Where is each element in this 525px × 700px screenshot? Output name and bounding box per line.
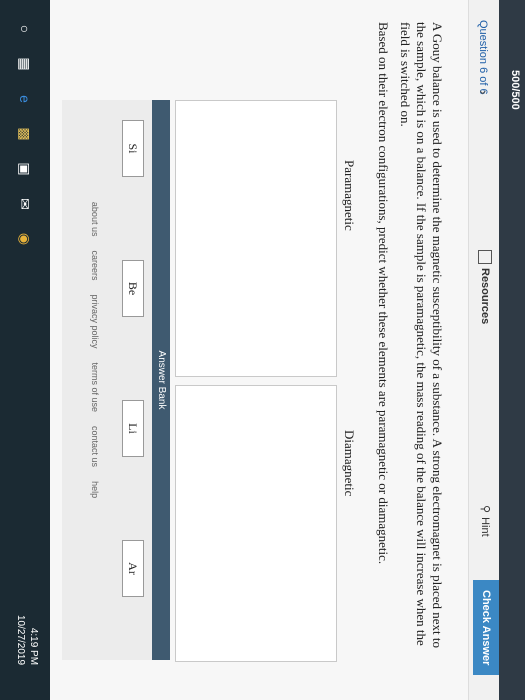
footer-link-careers[interactable]: careers [90, 250, 100, 280]
clock-time: 4:19 PM [28, 627, 39, 666]
question-text: A Gouy balance is used to determine the … [398, 22, 445, 648]
chrome-icon[interactable]: ◉ [16, 230, 34, 248]
diamagnetic-drop-zone[interactable] [175, 385, 337, 662]
lightbulb-icon: ⚲ [479, 505, 491, 514]
footer-link-about[interactable]: about us [90, 202, 100, 237]
hint-button[interactable]: ⚲ Hint [479, 505, 492, 537]
paramagnetic-label: Paramagnetic [342, 160, 357, 231]
file-explorer-icon[interactable]: ▩ [16, 125, 34, 143]
windows-taskbar: ○ ▦ e ▩ ▣ ✉ ◉ 4:19 PM 10/27/2019 [0, 0, 50, 700]
clock-date: 10/27/2019 [15, 615, 26, 666]
resources-label: Resources [479, 268, 491, 325]
answer-bank: Si Be Li Ar [62, 100, 152, 660]
search-icon[interactable]: ○ [16, 20, 34, 38]
footer-link-contact[interactable]: contact us [90, 426, 100, 467]
hint-label: Hint [479, 517, 492, 537]
task-view-icon[interactable]: ▦ [16, 55, 34, 73]
check-answer-button[interactable]: Check Answer [473, 580, 499, 676]
answer-chip-li[interactable]: Li [122, 400, 144, 457]
clock: 4:19 PM 10/27/2019 [14, 615, 40, 665]
resources-icon [478, 250, 492, 264]
monitor-screen: 500/500 Question 6 of 6 › Resources ⚲ Hi… [0, 0, 525, 700]
next-question-chevron-icon[interactable]: › [476, 90, 492, 95]
answer-chip-be[interactable]: Be [122, 260, 144, 317]
score-display: 500/500 [509, 70, 521, 110]
footer-link-terms[interactable]: terms of use [90, 363, 100, 413]
footer-link-help[interactable]: help [90, 481, 100, 498]
paramagnetic-drop-zone[interactable] [175, 100, 337, 377]
footer-link-privacy[interactable]: privacy policy [90, 294, 100, 348]
question-prompt: Based on their electron configurations, … [376, 22, 391, 565]
answer-chip-ar[interactable]: Ar [122, 540, 144, 597]
quiz-page: 500/500 Question 6 of 6 › Resources ⚲ Hi… [50, 0, 525, 700]
store-icon[interactable]: ▣ [16, 160, 34, 178]
diamagnetic-label: Diamagnetic [342, 430, 357, 497]
answer-bank-header: Answer Bank [152, 100, 170, 660]
top-bar: 500/500 [499, 0, 525, 700]
edge-browser-icon[interactable]: e [16, 90, 34, 108]
answer-chip-si[interactable]: Si [122, 120, 144, 177]
resources-button[interactable]: Resources [478, 250, 492, 324]
mail-icon[interactable]: ✉ [16, 195, 34, 213]
question-counter: Question 6 of 6 [477, 20, 489, 95]
footer-links: about us careers privacy policy terms of… [85, 0, 105, 700]
